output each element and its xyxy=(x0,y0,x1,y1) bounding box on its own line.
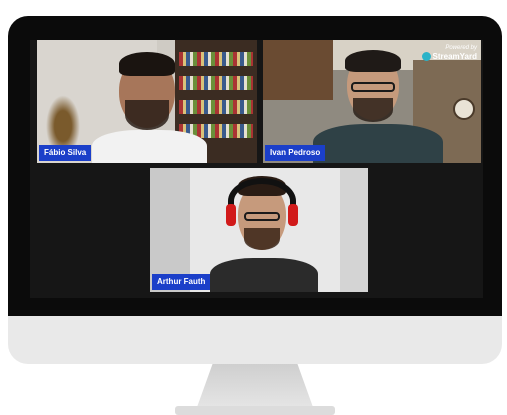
glasses xyxy=(244,212,280,221)
participant-name-tag: Fábio Silva xyxy=(39,145,92,161)
participant-body xyxy=(92,130,207,163)
participant-tile-2[interactable]: Powered by StreamYard Ivan Pedroso xyxy=(263,40,481,163)
monitor-base xyxy=(175,406,335,415)
monitor-chin xyxy=(8,316,502,364)
plant xyxy=(43,90,83,150)
participant-beard xyxy=(353,98,393,122)
participant-beard xyxy=(244,228,280,250)
participant-tile-1[interactable]: Fábio Silva xyxy=(37,40,257,163)
cabinet xyxy=(263,40,333,100)
glasses xyxy=(351,82,395,92)
participant-hair xyxy=(345,50,401,72)
books-row xyxy=(179,76,253,90)
headset-earcup-left xyxy=(226,204,236,226)
headset-earcup-right xyxy=(288,204,298,226)
background-wall xyxy=(340,168,368,292)
books-row xyxy=(179,52,253,66)
participant-body xyxy=(210,258,318,292)
participant-body xyxy=(313,124,443,163)
participant-beard xyxy=(125,100,169,130)
monitor-stand xyxy=(196,364,314,410)
powered-by-label: Powered by xyxy=(445,45,477,51)
streamyard-logo-text: StreamYard xyxy=(432,52,477,61)
participant-name-tag: Arthur Fauth xyxy=(152,274,211,290)
streamyard-logo-icon xyxy=(421,52,431,62)
books-row xyxy=(179,100,253,114)
streamyard-logo: StreamYard xyxy=(421,52,477,62)
participant-hair xyxy=(119,52,175,76)
clock-icon xyxy=(453,98,475,120)
participant-name-tag: Ivan Pedroso xyxy=(265,145,326,161)
streamyard-branding: Powered by StreamYard xyxy=(421,44,477,62)
participant-tile-3[interactable]: Arthur Fauth xyxy=(150,168,368,292)
